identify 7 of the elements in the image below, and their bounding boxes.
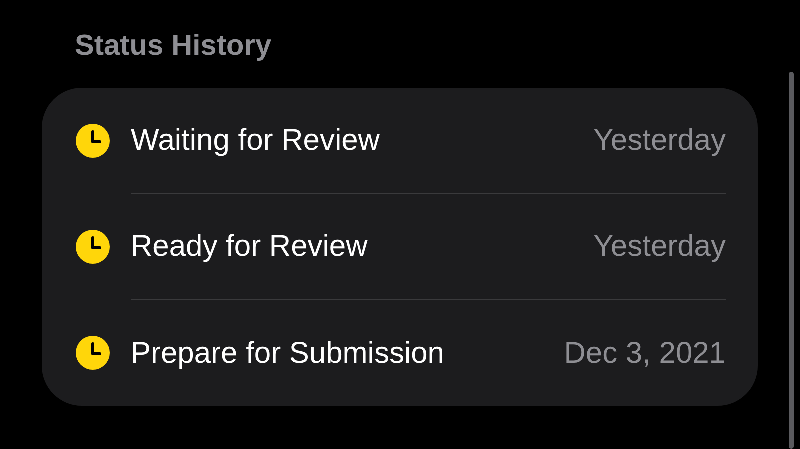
status-label: Ready for Review (131, 229, 368, 265)
section-title: Status History (75, 29, 272, 64)
status-date: Yesterday (594, 123, 726, 159)
status-label: Prepare for Submission (131, 336, 444, 372)
status-label: Waiting for Review (131, 123, 380, 159)
status-date: Yesterday (594, 229, 726, 265)
status-date: Dec 3, 2021 (564, 336, 726, 372)
